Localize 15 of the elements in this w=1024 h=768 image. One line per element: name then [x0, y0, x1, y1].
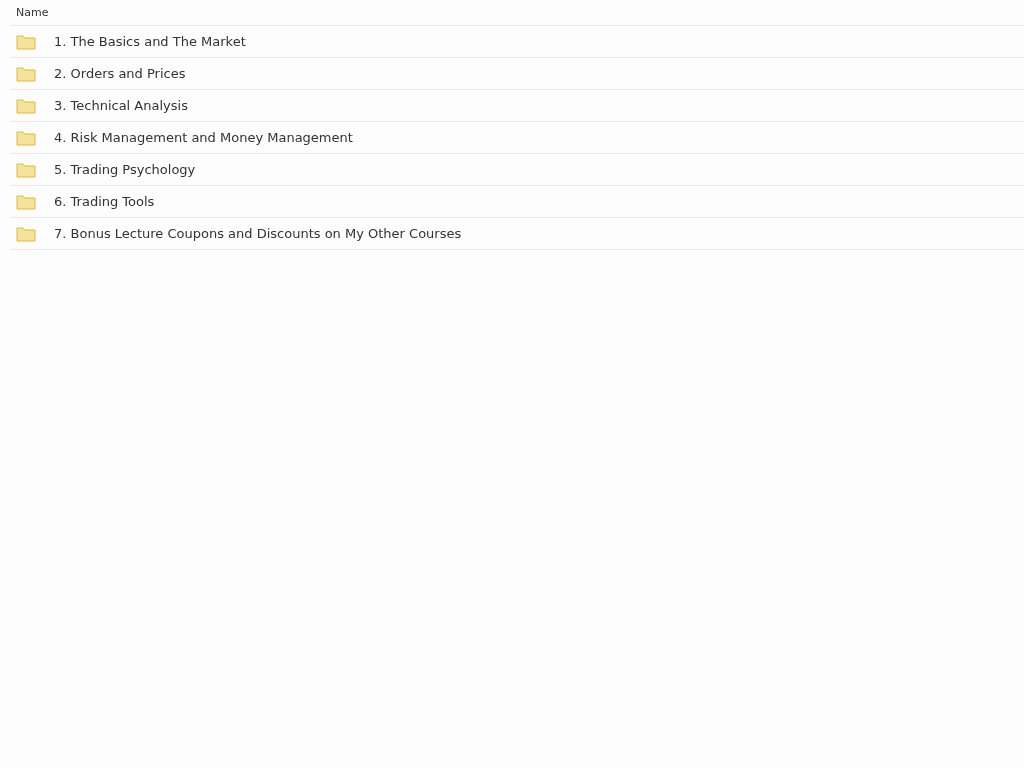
folder-name[interactable]: 4. Risk Management and Money Management — [54, 130, 353, 145]
folder-icon — [16, 161, 36, 178]
folder-icon — [16, 33, 36, 50]
folder-icon — [16, 193, 36, 210]
folder-icon — [16, 65, 36, 82]
folder-name[interactable]: 5. Trading Psychology — [54, 162, 196, 177]
folder-name[interactable]: 6. Trading Tools — [54, 194, 155, 209]
folder-name[interactable]: 7. Bonus Lecture Coupons and Discounts on My Other Courses — [54, 226, 462, 241]
folder-name[interactable]: 3. Technical Analysis — [54, 98, 188, 113]
folder-icon — [16, 225, 36, 242]
column-header[interactable]: Name — [16, 6, 49, 19]
folder-icon — [16, 129, 36, 146]
folder-name[interactable]: 2. Orders and Prices — [54, 66, 186, 81]
folder-icon — [16, 97, 36, 114]
folder-name[interactable]: 1. The Basics and The Market — [54, 34, 246, 49]
